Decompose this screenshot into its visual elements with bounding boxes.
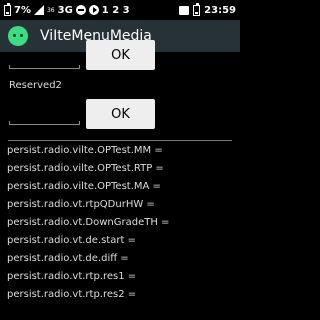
clock: 23:59: [204, 4, 236, 16]
picture-icon: [179, 5, 190, 15]
property-item: persist.radio.vt.rtpQDurHW =: [7, 199, 155, 210]
ok-button-1[interactable]: OK: [86, 40, 155, 70]
status-left: 7% 36 3G 1 2 3: [0, 2, 130, 16]
media-play-icon: [88, 5, 99, 15]
battery-percent: 7%: [14, 4, 31, 16]
sim-indicators: 1 2 3: [101, 4, 130, 16]
property-item: persist.radio.vt.de.diff =: [7, 253, 129, 264]
divider: [8, 140, 232, 141]
network-super: 36: [46, 6, 55, 14]
signal-icon: [33, 5, 44, 15]
property-item: persist.radio.vt.de.start =: [7, 235, 136, 246]
reserved2-ok-button[interactable]: OK: [86, 99, 155, 129]
property-list: persist.radio.vilte.OPTest.MM = persist.…: [7, 142, 169, 304]
property-item: persist.radio.vt.rtp.res1 =: [7, 271, 137, 282]
status-bar: 7% 36 3G 1 2 3 23:59: [0, 0, 240, 20]
property-item: persist.radio.vt.rtp.res2 =: [7, 289, 137, 300]
property-item: persist.radio.vilte.OPTest.MM =: [7, 145, 163, 156]
property-item: persist.radio.vilte.OPTest.RTP =: [7, 163, 164, 174]
do-not-disturb-icon: [75, 5, 86, 15]
property-item: persist.radio.vt.DownGradeTH =: [7, 217, 170, 228]
battery-small-icon: [193, 2, 201, 16]
reserved2-label: Reserved2: [9, 80, 62, 91]
status-right: 23:59: [179, 2, 240, 16]
reserved2-input[interactable]: [9, 121, 80, 125]
content: OK Reserved2 OK persist.radio.vilte.OPTe…: [0, 40, 240, 320]
network-type: 3G: [57, 4, 73, 16]
text-field-1[interactable]: [9, 65, 80, 69]
property-item: persist.radio.vilte.OPTest.MA =: [7, 181, 161, 192]
android-icon: [8, 26, 28, 46]
battery-icon: [4, 2, 11, 16]
